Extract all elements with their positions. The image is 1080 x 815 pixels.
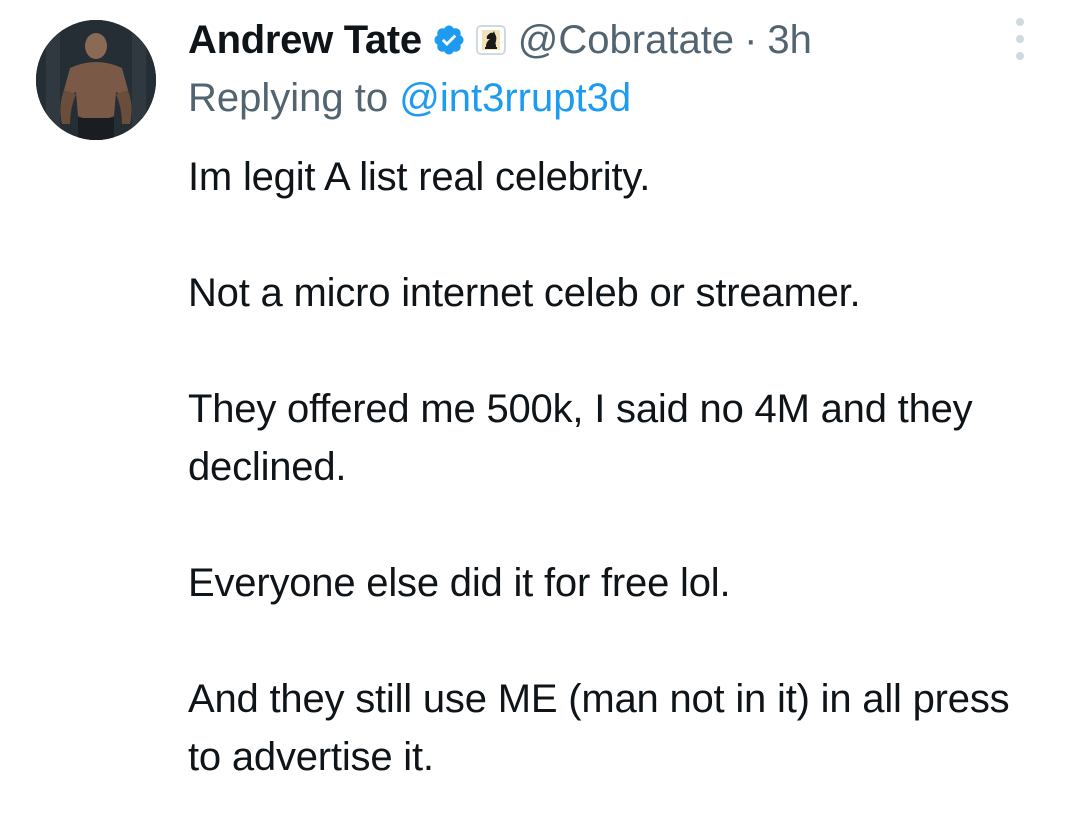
- tweet-paragraph: Everyone else did it for free lol.: [188, 561, 731, 605]
- chess-knight-icon[interactable]: [475, 25, 506, 55]
- tweet-header: Andrew Tate @Cobratate · 3h: [188, 14, 812, 66]
- timestamp[interactable]: 3h: [767, 18, 812, 63]
- tweet-paragraph: And they still use ME (man not in it) in…: [188, 677, 1010, 779]
- tweet: Andrew Tate @Cobratate · 3h Replying to …: [0, 0, 1080, 815]
- tweet-body: Im legit A list real celebrity. Not a mi…: [188, 148, 1048, 786]
- more-dot: [1016, 18, 1024, 26]
- author-name[interactable]: Andrew Tate: [188, 18, 422, 63]
- verified-badge-icon: [432, 23, 466, 57]
- tweet-paragraph: Not a micro internet celeb or streamer.: [188, 271, 861, 315]
- replying-to-label: Replying to: [188, 76, 400, 120]
- more-dot: [1016, 52, 1024, 60]
- more-dot: [1016, 35, 1024, 43]
- more-vertical-icon[interactable]: [1004, 18, 1036, 60]
- tweet-paragraph: They offered me 500k, I said no 4M and t…: [188, 387, 973, 489]
- reply-to-handle-link[interactable]: @int3rrupt3d: [399, 76, 631, 120]
- author-handle[interactable]: @Cobratate: [518, 18, 734, 63]
- separator-dot: ·: [744, 17, 758, 62]
- replying-to: Replying to @int3rrupt3d: [188, 76, 631, 121]
- tweet-paragraph: Im legit A list real celebrity.: [188, 155, 651, 199]
- avatar[interactable]: [36, 20, 156, 140]
